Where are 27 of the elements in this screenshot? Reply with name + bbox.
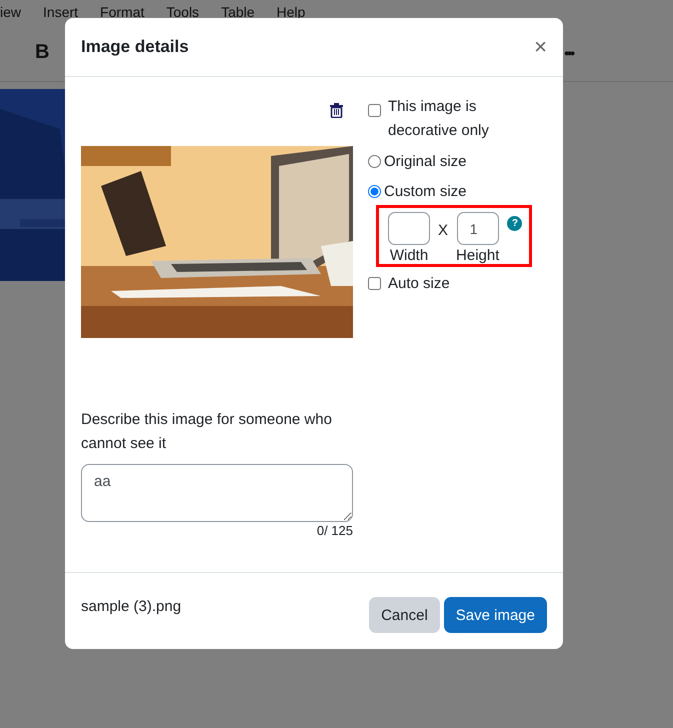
- decorative-label: This image is decorative only: [388, 97, 490, 141]
- character-counter: 0/ 125: [316, 523, 353, 538]
- cancel-button[interactable]: Cancel: [369, 597, 440, 633]
- menu-item[interactable]: Insert: [43, 4, 78, 24]
- size-radio[interactable]: [368, 184, 381, 198]
- size-option-label: Original size: [384, 152, 467, 170]
- size-radio[interactable]: [368, 154, 381, 168]
- width-field[interactable]: [388, 212, 430, 245]
- save-button[interactable]: Save image: [444, 597, 547, 633]
- auto-size-checkbox[interactable]: [368, 277, 381, 290]
- auto-size-label: Auto size: [388, 275, 450, 292]
- more-button[interactable]: •••: [564, 44, 573, 60]
- trash-icon[interactable]: [330, 103, 343, 118]
- file-name: sample (3).png: [81, 598, 182, 615]
- menu-item[interactable]: iew: [0, 4, 22, 24]
- description-field[interactable]: aa: [81, 464, 353, 522]
- size-separator: X: [438, 222, 448, 241]
- height-field[interactable]: 1: [456, 212, 499, 245]
- width-label: Width: [390, 247, 428, 264]
- description-label: Describe this image for someone who cannot see it: [81, 410, 333, 454]
- size-option-label: Custom size: [384, 182, 467, 200]
- dialog-title: Image details: [81, 37, 189, 57]
- close-button[interactable]: ×: [534, 36, 547, 58]
- help-icon[interactable]: ?: [507, 216, 522, 231]
- bold-button[interactable]: B: [35, 41, 50, 64]
- decorative-checkbox[interactable]: [368, 104, 381, 117]
- height-label: Height: [456, 247, 500, 264]
